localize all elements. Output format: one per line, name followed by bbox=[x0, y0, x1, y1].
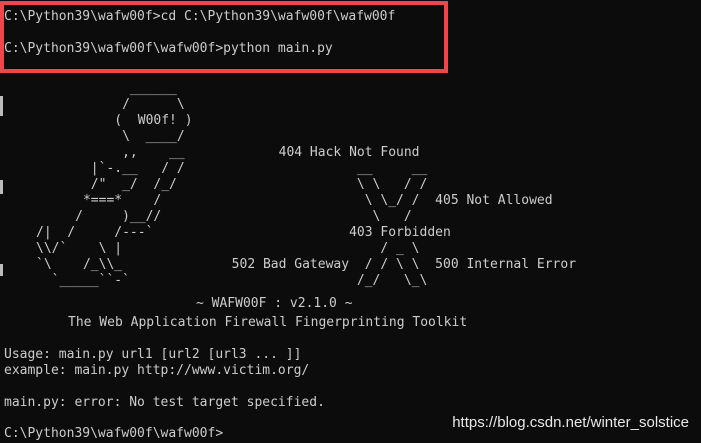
error-line: main.py: error: No test target specified… bbox=[4, 395, 325, 410]
terminal-window[interactable]: C:\Python39\wafw00f>cd C:\Python39\wafw0… bbox=[0, 0, 701, 443]
version-line: ~ WAFW00F : v2.1.0 ~ bbox=[196, 296, 353, 311]
prompt-line[interactable]: C:\Python39\wafw00f\wafw00f> bbox=[4, 426, 223, 442]
example-line: example: main.py http://www.victim.org/ bbox=[4, 363, 310, 378]
left-edge-artifact bbox=[0, 96, 3, 116]
wafw00f-logo-art: ______ / \ ( W00f! ) \ ____/ ,, __ 404 H… bbox=[36, 81, 577, 288]
command-highlight-box bbox=[0, 1, 448, 73]
watermark-text: https://blog.csdn.net/winter_solstice bbox=[452, 414, 689, 431]
left-edge-artifact bbox=[0, 264, 3, 276]
usage-line: Usage: main.py url1 [url2 [url3 ... ]] bbox=[4, 347, 302, 362]
left-edge-artifact bbox=[0, 180, 3, 194]
toolkit-title: The Web Application Firewall Fingerprint… bbox=[68, 315, 468, 330]
